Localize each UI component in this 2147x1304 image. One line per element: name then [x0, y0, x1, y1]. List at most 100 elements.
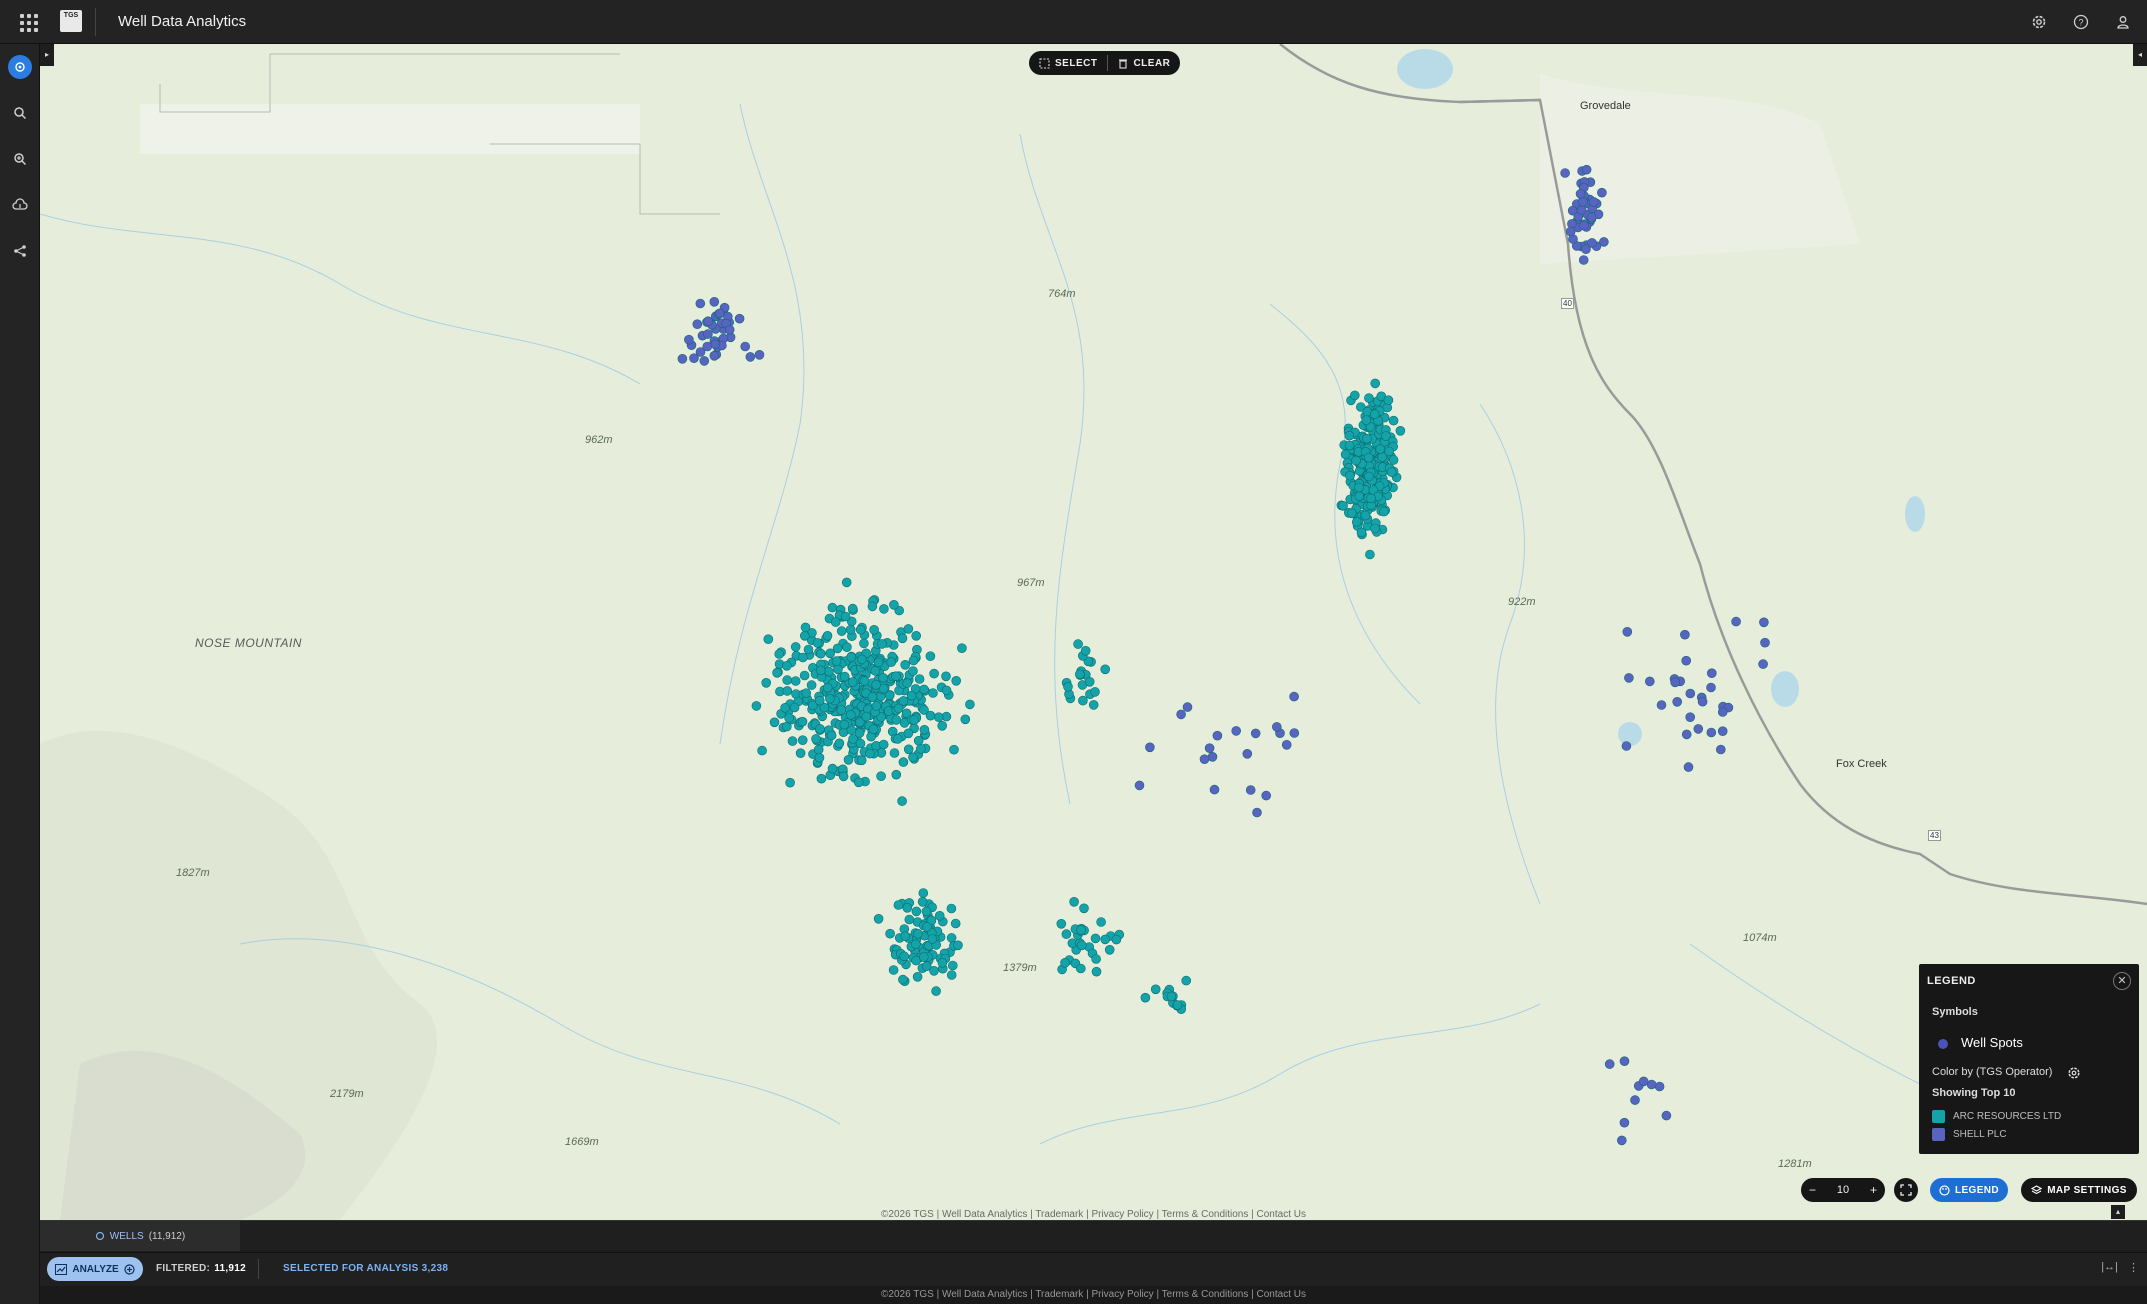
well-spot[interactable] [1731, 616, 1741, 627]
well-spot[interactable] [876, 771, 886, 782]
well-spot[interactable] [1354, 482, 1364, 493]
well-spot[interactable] [795, 748, 806, 759]
well-spot[interactable] [814, 752, 825, 763]
well-spot[interactable] [1717, 707, 1728, 717]
well-spot[interactable] [799, 670, 810, 681]
well-spot[interactable] [898, 974, 908, 985]
well-spot[interactable] [803, 644, 814, 655]
well-spot[interactable] [856, 654, 867, 665]
well-spot[interactable] [836, 705, 847, 715]
well-spot[interactable] [1207, 751, 1218, 762]
well-spot[interactable] [1199, 754, 1210, 765]
well-spot[interactable] [1759, 617, 1769, 628]
well-spot[interactable] [1370, 378, 1380, 389]
well-spot[interactable] [902, 902, 913, 913]
well-spot[interactable] [871, 701, 882, 711]
well-spot[interactable] [1338, 500, 1348, 511]
well-spot[interactable] [1760, 637, 1770, 648]
well-spot[interactable] [877, 639, 887, 649]
well-spot[interactable] [908, 752, 918, 763]
well-spot[interactable] [919, 684, 929, 695]
well-spot[interactable] [913, 928, 923, 939]
well-spot[interactable] [1351, 517, 1362, 527]
well-spot[interactable] [1630, 1095, 1640, 1105]
well-spot[interactable] [843, 754, 854, 765]
well-spot[interactable] [1261, 790, 1271, 801]
zoom-search-icon[interactable] [8, 147, 32, 171]
well-spot[interactable] [782, 686, 793, 696]
well-spot[interactable] [1654, 1081, 1665, 1092]
well-spot[interactable] [702, 341, 713, 352]
well-spot[interactable] [1172, 1000, 1183, 1010]
well-spot[interactable] [965, 699, 975, 710]
well-spot[interactable] [1176, 709, 1186, 720]
well-spot[interactable] [1581, 164, 1592, 175]
well-spot[interactable] [861, 711, 872, 722]
well-spot[interactable] [790, 642, 801, 652]
cloud-upload-icon[interactable] [8, 193, 32, 217]
bottom-panel-toggle[interactable]: ▴ [2111, 1205, 2125, 1219]
well-spot[interactable] [1656, 700, 1667, 710]
well-spot[interactable] [1347, 508, 1357, 519]
well-spot[interactable] [913, 735, 924, 746]
well-spot[interactable] [853, 777, 864, 788]
more-options-icon[interactable]: ⋮ [2128, 1261, 2139, 1274]
well-spot[interactable] [871, 679, 881, 690]
well-spot[interactable] [1365, 549, 1375, 560]
well-spot[interactable] [1683, 762, 1694, 772]
well-spot[interactable] [912, 971, 923, 982]
well-spot[interactable] [1181, 975, 1191, 986]
well-spot[interactable] [1578, 197, 1588, 207]
well-spot[interactable] [869, 624, 879, 635]
well-spot[interactable] [751, 701, 762, 711]
well-spot[interactable] [780, 702, 790, 713]
well-spot[interactable] [1204, 743, 1215, 754]
well-spot[interactable] [822, 682, 833, 693]
well-spot[interactable] [842, 642, 852, 653]
well-spot[interactable] [1080, 645, 1091, 656]
well-spot[interactable] [873, 657, 884, 668]
well-spot[interactable] [911, 630, 922, 641]
well-spot[interactable] [734, 313, 745, 324]
well-spot[interactable] [813, 744, 824, 755]
well-spot[interactable] [757, 745, 767, 756]
well-spot[interactable] [855, 738, 866, 749]
well-spot[interactable] [1375, 444, 1386, 455]
well-spot[interactable] [806, 680, 817, 690]
well-spot[interactable] [695, 298, 706, 309]
well-spot[interactable] [897, 633, 908, 644]
well-spot[interactable] [1231, 726, 1241, 736]
well-spot[interactable] [937, 957, 948, 968]
well-spot[interactable] [782, 675, 793, 685]
well-spot[interactable] [811, 734, 821, 744]
well-spot[interactable] [1182, 702, 1193, 712]
well-spot[interactable] [1078, 695, 1088, 706]
well-spot[interactable] [1077, 940, 1087, 951]
well-spot[interactable] [839, 719, 850, 730]
well-spot[interactable] [840, 611, 851, 622]
well-spot[interactable] [950, 918, 961, 929]
well-spot[interactable] [1587, 238, 1597, 248]
well-spot[interactable] [1364, 393, 1374, 403]
well-spot[interactable] [774, 649, 785, 659]
legend-settings-gear-icon[interactable] [2067, 1066, 2081, 1080]
well-spot[interactable] [1681, 729, 1692, 740]
well-spot[interactable] [1345, 470, 1355, 481]
well-spot[interactable] [710, 339, 721, 350]
well-spot[interactable] [1134, 780, 1145, 791]
well-spot[interactable] [709, 350, 720, 361]
well-spot[interactable] [740, 341, 751, 352]
well-spot[interactable] [1706, 682, 1716, 693]
well-spot[interactable] [1672, 696, 1682, 707]
select-button[interactable]: SELECT [1039, 58, 1097, 69]
well-spot[interactable] [889, 599, 899, 610]
well-spot[interactable] [1366, 493, 1376, 504]
well-spot[interactable] [1597, 187, 1607, 198]
well-spot[interactable] [787, 736, 798, 746]
well-spot[interactable] [855, 624, 866, 635]
well-spot[interactable] [914, 674, 925, 684]
well-spot[interactable] [1076, 963, 1086, 974]
well-spot[interactable] [797, 716, 808, 727]
well-spot[interactable] [859, 676, 870, 686]
well-spot[interactable] [1370, 523, 1380, 534]
